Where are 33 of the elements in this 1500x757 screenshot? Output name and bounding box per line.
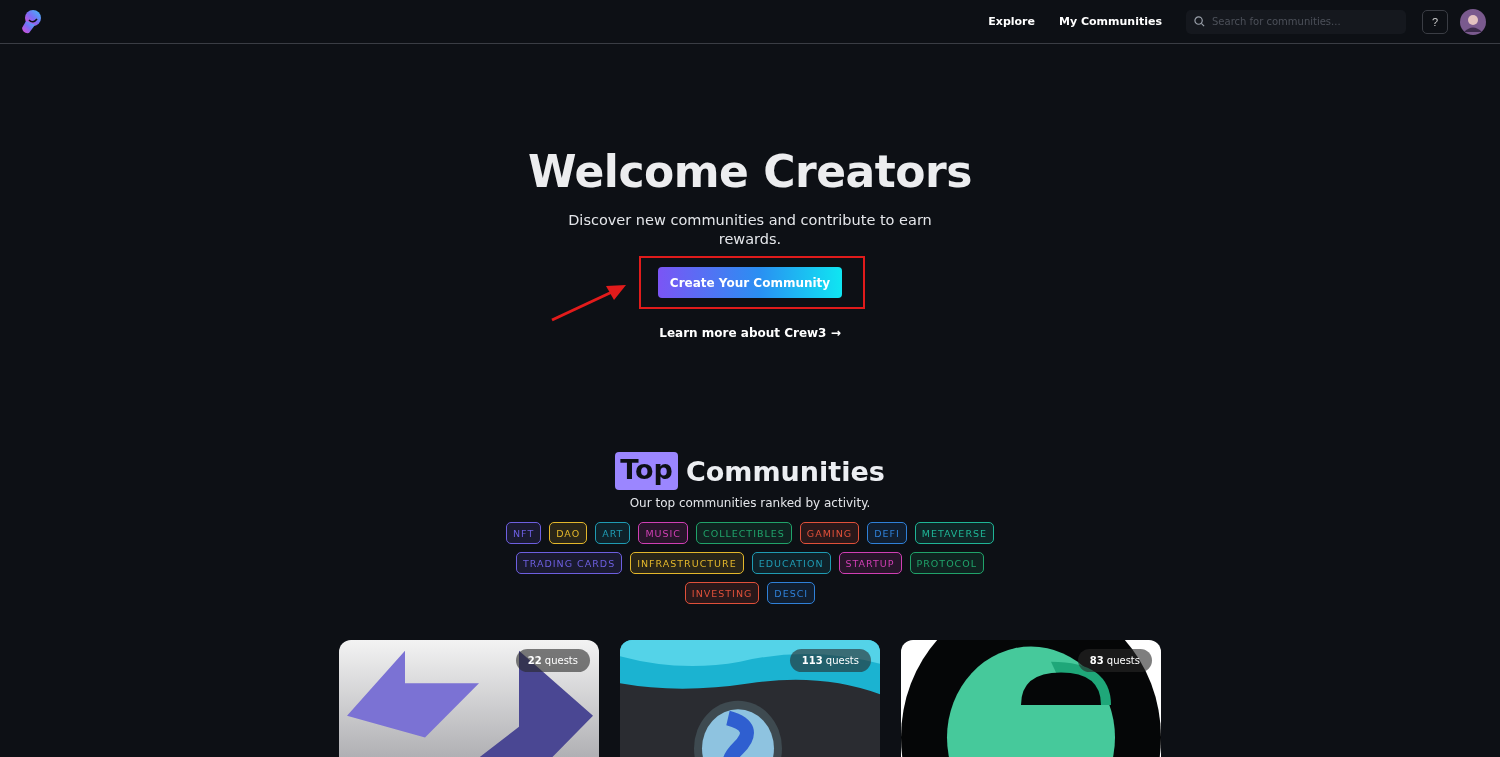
category-tag[interactable]: COLLECTIBLES bbox=[696, 522, 792, 544]
community-card[interactable]: 113 quests bbox=[620, 640, 880, 757]
quest-count-badge: 113 quests bbox=[789, 649, 871, 672]
community-card[interactable]: 83 quests bbox=[901, 640, 1161, 757]
section-title: Communities bbox=[685, 455, 885, 487]
category-tag[interactable]: DEFI bbox=[867, 522, 907, 544]
hero-title: Welcome Creators bbox=[528, 146, 972, 197]
category-tag[interactable]: TRADING CARDS bbox=[516, 552, 623, 574]
category-tag[interactable]: DESCI bbox=[767, 582, 816, 604]
category-tag[interactable]: ART bbox=[595, 522, 631, 544]
quest-count-badge: 22 quests bbox=[515, 649, 590, 672]
community-card[interactable]: 22 quests bbox=[339, 640, 599, 757]
nav-link[interactable]: My Communities bbox=[1059, 15, 1162, 28]
top-highlight: Top bbox=[615, 452, 678, 490]
quest-count-badge: 83 quests bbox=[1077, 649, 1152, 672]
category-tag[interactable]: DAO bbox=[549, 522, 588, 544]
category-tag[interactable]: STARTUP bbox=[838, 552, 902, 574]
category-tag[interactable]: PROTOCOL bbox=[909, 552, 984, 574]
category-tag[interactable]: NFT bbox=[506, 522, 542, 544]
category-tag[interactable]: METAVERSE bbox=[914, 522, 994, 544]
category-tag[interactable]: GAMING bbox=[799, 522, 860, 544]
learn-more-link[interactable]: Learn more about Crew3 → bbox=[659, 326, 841, 340]
create-community-button[interactable]: Create Your Community bbox=[657, 267, 843, 298]
help-button[interactable]: ? bbox=[1422, 9, 1448, 34]
category-tag[interactable]: MUSIC bbox=[638, 522, 688, 544]
category-tag[interactable]: INVESTING bbox=[684, 582, 760, 604]
hero-subtitle: Discover new communities and contribute to earn rewards. bbox=[567, 211, 933, 249]
category-tag[interactable]: EDUCATION bbox=[751, 552, 831, 574]
section-subtitle: Our top communities ranked by activity. bbox=[629, 496, 871, 510]
avatar-icon[interactable] bbox=[1460, 8, 1486, 35]
search-icon bbox=[1194, 15, 1205, 27]
category-tag[interactable]: INFRASTRUCTURE bbox=[630, 552, 744, 574]
nav-link[interactable]: Explore bbox=[988, 15, 1035, 28]
